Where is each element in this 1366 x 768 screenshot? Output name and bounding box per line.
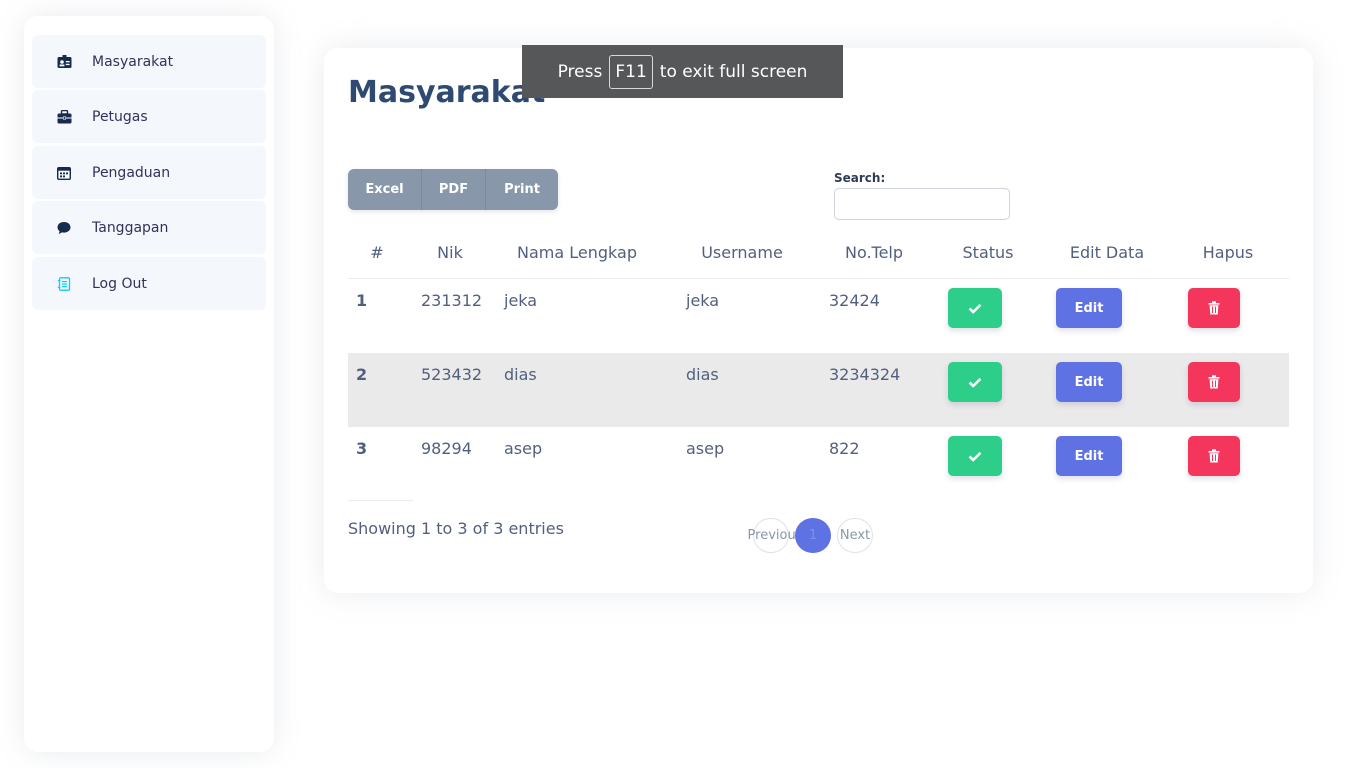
sidebar: Masyarakat Petugas Pengaduan Tanggapan L… (24, 16, 274, 752)
table-row: 1 231312 jeka jeka 32424 Edit (348, 279, 1289, 353)
column-header-hapus[interactable]: Hapus (1203, 243, 1253, 262)
row-number: 3 (356, 439, 368, 458)
sidebar-item-logout[interactable]: Log Out (32, 257, 266, 310)
briefcase-icon (56, 109, 72, 125)
entries-info: Showing 1 to 3 of 3 entries (348, 519, 564, 538)
row-number: 1 (356, 291, 368, 310)
page-title: Masyarakat (348, 75, 546, 110)
trash-icon (1208, 375, 1220, 389)
delete-button[interactable] (1188, 436, 1240, 476)
table-footer-divider (348, 500, 413, 501)
status-button[interactable] (948, 362, 1002, 402)
cell-username: jeka (686, 291, 720, 310)
sidebar-item-label: Log Out (92, 275, 147, 292)
export-button-group: Excel PDF Print (348, 169, 558, 210)
id-card-icon (56, 54, 72, 70)
sidebar-item-tanggapan[interactable]: Tanggapan (32, 201, 266, 254)
sidebar-item-petugas[interactable]: Petugas (32, 90, 266, 143)
cell-telp: 822 (829, 439, 860, 458)
cell-telp: 3234324 (829, 365, 901, 384)
row-number: 2 (356, 365, 368, 384)
check-icon (968, 377, 982, 388)
edit-button[interactable]: Edit (1056, 362, 1122, 402)
toast-suffix: to exit full screen (659, 61, 808, 82)
fullscreen-notification: Press F11 to exit full screen (522, 45, 843, 98)
pagination-next[interactable]: Next (837, 518, 873, 553)
toast-prefix: Press (557, 61, 603, 82)
chat-bubble-icon (56, 220, 72, 236)
pagination-page-1[interactable]: 1 (795, 518, 831, 553)
toast-key: F11 (609, 54, 653, 89)
delete-button[interactable] (1188, 288, 1240, 328)
cell-nama: jeka (504, 291, 538, 310)
delete-button[interactable] (1188, 362, 1240, 402)
sidebar-item-pengaduan[interactable]: Pengaduan (32, 146, 266, 199)
search-label: Search: (834, 171, 886, 185)
column-header-status[interactable]: Status (963, 243, 1014, 262)
sidebar-item-masyarakat[interactable]: Masyarakat (32, 35, 266, 88)
cell-nik: 98294 (421, 439, 472, 458)
calendar-icon (56, 165, 72, 181)
sidebar-item-label: Tanggapan (92, 219, 169, 236)
pagination-previous[interactable]: Previous (748, 518, 802, 553)
column-header-username[interactable]: Username (701, 243, 783, 262)
logout-icon (56, 276, 72, 292)
sidebar-item-label: Pengaduan (92, 164, 171, 181)
sidebar-item-label: Masyarakat (92, 53, 174, 70)
cell-nik: 231312 (421, 291, 483, 310)
status-button[interactable] (948, 436, 1002, 476)
check-icon (968, 303, 982, 314)
cell-telp: 32424 (829, 291, 880, 310)
trash-icon (1208, 449, 1220, 463)
trash-icon (1208, 301, 1220, 315)
pdf-button[interactable]: PDF (421, 169, 485, 210)
column-header-nik[interactable]: Nik (437, 243, 463, 262)
edit-button[interactable]: Edit (1056, 436, 1122, 476)
column-header-number[interactable]: # (370, 243, 383, 262)
column-header-no-telp[interactable]: No.Telp (845, 243, 903, 262)
check-icon (968, 451, 982, 462)
cell-username: asep (686, 439, 725, 458)
excel-button[interactable]: Excel (348, 169, 421, 210)
cell-nama: asep (504, 439, 543, 458)
cell-nama: dias (504, 365, 537, 384)
cell-username: dias (686, 365, 719, 384)
column-header-nama-lengkap[interactable]: Nama Lengkap (517, 243, 637, 262)
edit-button[interactable]: Edit (1056, 288, 1122, 328)
print-button[interactable]: Print (485, 169, 558, 210)
status-button[interactable] (948, 288, 1002, 328)
sidebar-item-label: Petugas (92, 108, 148, 125)
table-row: 2 523432 dias dias 3234324 Edit (348, 353, 1289, 427)
table-row: 3 98294 asep asep 822 Edit (348, 427, 1289, 501)
column-header-edit-data[interactable]: Edit Data (1070, 243, 1144, 262)
cell-nik: 523432 (421, 365, 483, 384)
search-input[interactable] (834, 188, 1010, 220)
